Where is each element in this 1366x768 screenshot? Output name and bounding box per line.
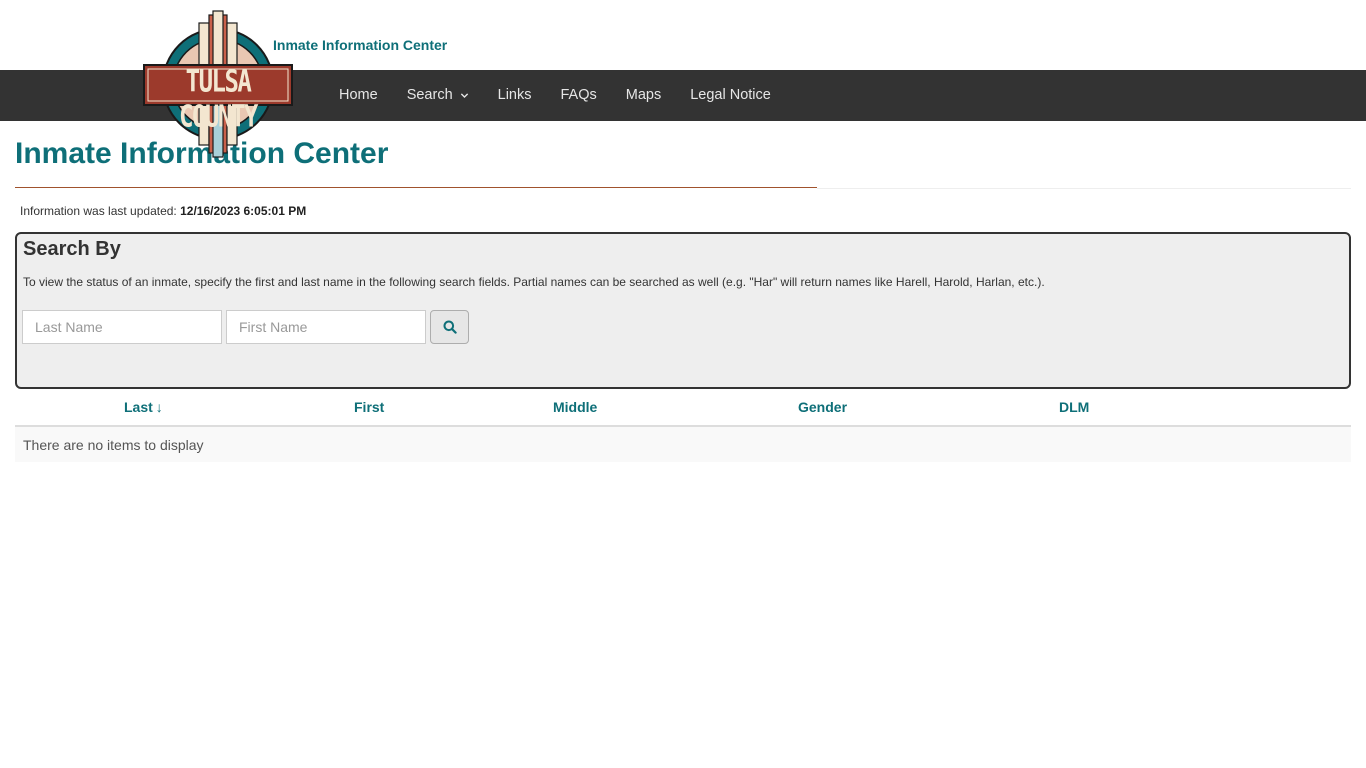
- nav-item-legal-notice[interactable]: Legal Notice: [675, 70, 785, 121]
- empty-results-message: There are no items to display: [23, 437, 204, 453]
- first-name-input[interactable]: [226, 310, 426, 344]
- last-updated: Information was last updated: 12/16/2023…: [20, 204, 306, 218]
- site-name[interactable]: Inmate Information Center: [273, 37, 447, 53]
- search-help-text: To view the status of an inmate, specify…: [23, 275, 1045, 289]
- last-name-input[interactable]: [22, 310, 222, 344]
- column-header-label: Last: [124, 399, 153, 415]
- nav-item-label: Links: [497, 87, 532, 103]
- results-header-row: Last ↓ First Middle Gender DLM: [15, 390, 1351, 427]
- empty-results-row: There are no items to display: [15, 427, 1351, 462]
- column-header-first[interactable]: First: [354, 399, 384, 415]
- nav-item-label: Maps: [625, 87, 662, 103]
- chevron-down-icon: [460, 93, 468, 98]
- search-button[interactable]: [430, 310, 469, 344]
- nav-item-label: Home: [339, 87, 378, 103]
- nav-item-maps[interactable]: Maps: [611, 70, 675, 121]
- tulsa-county-logo[interactable]: TULSA COUNTY: [142, 9, 294, 159]
- column-header-last[interactable]: Last ↓: [124, 399, 163, 415]
- nav-item-search[interactable]: Search: [392, 70, 483, 121]
- nav-item-faqs[interactable]: FAQs: [546, 70, 611, 121]
- title-divider-light: [817, 188, 1351, 189]
- search-icon: [443, 320, 457, 334]
- column-header-middle[interactable]: Middle: [553, 399, 597, 415]
- last-updated-value: 12/16/2023 6:05:01 PM: [180, 204, 307, 218]
- nav-item-label: Search: [406, 87, 453, 103]
- nav-item-label: Legal Notice: [690, 87, 771, 103]
- nav-item-home[interactable]: Home: [324, 70, 392, 121]
- nav-item-links[interactable]: Links: [483, 70, 546, 121]
- column-header-gender[interactable]: Gender: [798, 399, 847, 415]
- last-updated-label: Information was last updated:: [20, 204, 177, 218]
- search-panel: Search By To view the status of an inmat…: [15, 232, 1351, 389]
- sort-descending-icon: ↓: [155, 399, 163, 415]
- logo-text: TULSA COUNTY: [179, 64, 258, 134]
- nav-list: Home Search Links FAQs Maps Legal Notice: [324, 70, 785, 121]
- title-divider: [15, 187, 817, 188]
- results-table: Last ↓ First Middle Gender DLM There are …: [15, 390, 1351, 462]
- nav-item-label: FAQs: [560, 87, 597, 103]
- column-header-dlm[interactable]: DLM: [1059, 399, 1089, 415]
- search-heading: Search By: [23, 238, 121, 260]
